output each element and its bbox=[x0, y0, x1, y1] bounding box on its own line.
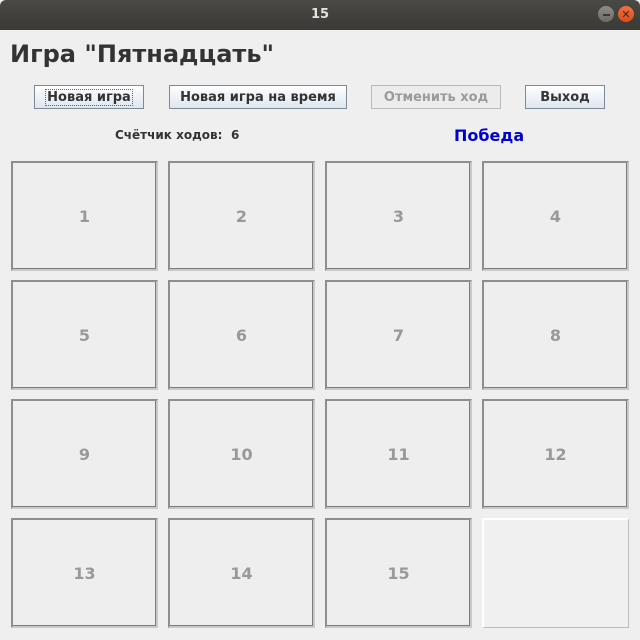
empty-tile[interactable] bbox=[482, 518, 629, 628]
tile-7[interactable]: 7 bbox=[325, 280, 472, 390]
status-message: Победа bbox=[454, 126, 525, 145]
move-counter-value: 6 bbox=[231, 128, 240, 142]
close-icon[interactable]: ✕ bbox=[618, 6, 634, 22]
tile-9[interactable]: 9 bbox=[11, 399, 158, 509]
tile-2[interactable]: 2 bbox=[168, 161, 315, 271]
tile-11[interactable]: 11 bbox=[325, 399, 472, 509]
tile-8[interactable]: 8 bbox=[482, 280, 629, 390]
tile-1[interactable]: 1 bbox=[11, 161, 158, 271]
undo-button[interactable]: Отменить ход bbox=[371, 85, 501, 109]
tile-4[interactable]: 4 bbox=[482, 161, 629, 271]
new-timed-game-button[interactable]: Новая игра на время bbox=[169, 85, 347, 109]
tile-5[interactable]: 5 bbox=[11, 280, 158, 390]
undo-label: Отменить ход bbox=[383, 89, 489, 105]
tile-15[interactable]: 15 bbox=[325, 518, 472, 628]
tile-10[interactable]: 10 bbox=[168, 399, 315, 509]
exit-label: Выход bbox=[540, 89, 590, 105]
tile-6[interactable]: 6 bbox=[168, 280, 315, 390]
new-game-button[interactable]: Новая игра bbox=[34, 85, 144, 109]
minimize-icon[interactable] bbox=[598, 6, 614, 22]
new-timed-game-label: Новая игра на время bbox=[180, 89, 336, 105]
page-title: Игра "Пятнадцать" bbox=[10, 40, 274, 68]
tile-14[interactable]: 14 bbox=[168, 518, 315, 628]
window-title: 15 bbox=[310, 7, 330, 22]
tile-3[interactable]: 3 bbox=[325, 161, 472, 271]
tile-12[interactable]: 12 bbox=[482, 399, 629, 509]
title-bar: 15 ✕ bbox=[0, 0, 640, 30]
move-counter-label: Счётчик ходов: bbox=[115, 128, 223, 142]
tile-13[interactable]: 13 bbox=[11, 518, 158, 628]
new-game-label: Новая игра bbox=[45, 88, 133, 106]
exit-button[interactable]: Выход bbox=[525, 85, 605, 109]
